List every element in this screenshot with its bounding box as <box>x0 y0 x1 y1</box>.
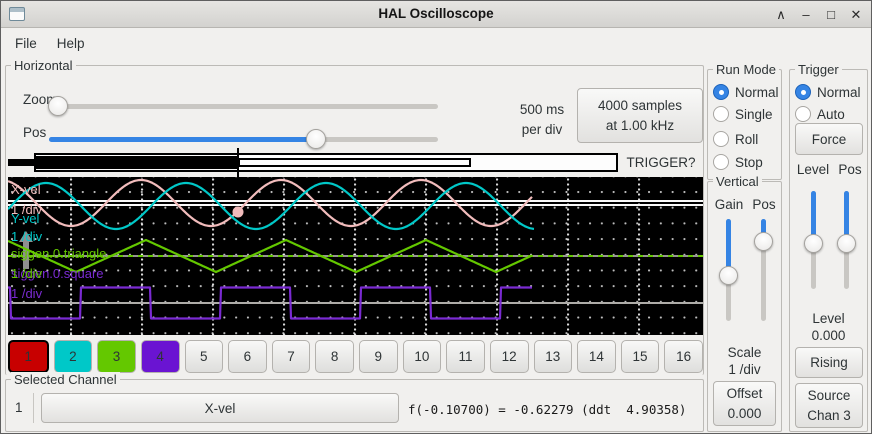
selected-channel-group-label: Selected Channel <box>11 372 120 387</box>
channel-button-10[interactable]: 10 <box>403 340 442 373</box>
run-mode-stop-option[interactable]: Stop <box>713 153 763 171</box>
trigger-position-tick <box>237 148 239 177</box>
run-mode-normal-option[interactable]: Normal <box>713 83 779 101</box>
channel-button-12[interactable]: 12 <box>490 340 529 373</box>
waveform-canvas[interactable] <box>8 177 703 335</box>
vertical-pos-slider-label: Pos <box>747 197 781 212</box>
time-per-div-value: 500 ms <box>513 100 571 120</box>
time-per-div-units: per div <box>513 120 571 140</box>
samples-count: 4000 samples <box>598 96 682 116</box>
selected-channel-number: 1 <box>15 400 23 415</box>
trigger-source-label: Source <box>808 386 851 406</box>
channel-button-6[interactable]: 6 <box>228 340 267 373</box>
menu-help[interactable]: Help <box>47 31 95 56</box>
channel-value-readout: f(-0.10700) = -0.62279 (ddt 4.90358) <box>408 402 686 417</box>
run-mode-stop-label: Stop <box>735 155 763 170</box>
vertical-group-label: Vertical <box>713 174 762 189</box>
channel-button-9[interactable]: 9 <box>359 340 398 373</box>
vertical-gain-slider-handle[interactable] <box>719 266 738 285</box>
channel-button-11[interactable]: 11 <box>446 340 485 373</box>
channel-button-7[interactable]: 7 <box>272 340 311 373</box>
title-bar: HAL Oscilloscope ∧ – □ ✕ <box>1 1 871 28</box>
time-per-div-readout: 500 ms per div <box>513 100 571 140</box>
run-mode-roll-option[interactable]: Roll <box>713 130 758 148</box>
channel-button-4[interactable]: 4 <box>141 340 180 373</box>
pos-slider-fill <box>49 137 316 142</box>
trigger-pos-slider-label: Pos <box>835 162 865 177</box>
window-title: HAL Oscilloscope <box>1 6 871 21</box>
shade-icon[interactable]: ∧ <box>774 7 788 23</box>
record-bar-filled <box>36 156 238 169</box>
radio-icon[interactable] <box>713 106 729 122</box>
channel-button-2[interactable]: 2 <box>54 340 93 373</box>
scope-label-yvel-name: Y-vel <box>11 211 39 226</box>
trigger-force-button[interactable]: Force <box>795 123 863 155</box>
scope-label-square-scale: 1 /div <box>11 286 42 301</box>
vertical-gain-slider-label: Gain <box>709 197 749 212</box>
trigger-normal-label: Normal <box>817 85 861 100</box>
trigger-source-value: Chan 3 <box>807 406 851 426</box>
channel-button-3[interactable]: 3 <box>97 340 136 373</box>
trigger-auto-option[interactable]: Auto <box>795 105 845 123</box>
radio-selected-icon[interactable] <box>795 84 811 100</box>
zoom-slider-track[interactable] <box>49 104 438 109</box>
scope-label-triangle-name: siggen.0.triangle <box>11 246 106 261</box>
scope-label-triangle-scale: 1 /div <box>11 266 42 281</box>
trigger-source-button[interactable]: Source Chan 3 <box>795 383 863 428</box>
pos-slider-handle[interactable] <box>306 129 326 149</box>
trigger-pos-slider-handle[interactable] <box>837 234 856 253</box>
menu-file[interactable]: File <box>5 31 47 56</box>
pos-slider-track[interactable] <box>49 137 438 142</box>
radio-selected-icon[interactable] <box>713 84 729 100</box>
trigger-level-readout-value: 0.000 <box>789 328 868 343</box>
run-mode-roll-label: Roll <box>735 132 758 147</box>
trigger-status-label: TRIGGER? <box>618 155 704 170</box>
trigger-edge-button[interactable]: Rising <box>795 347 863 378</box>
scope-label-xvel-name: X-vel <box>11 182 41 197</box>
trigger-auto-label: Auto <box>817 107 845 122</box>
channel-button-16[interactable]: 16 <box>664 340 703 373</box>
radio-icon[interactable] <box>713 154 729 170</box>
menu-bar: File Help <box>1 28 871 58</box>
vertical-offset-button[interactable]: Offset 0.000 <box>713 381 776 426</box>
vertical-offset-label: Offset <box>727 384 763 404</box>
channel-button-5[interactable]: 5 <box>185 340 224 373</box>
radio-icon[interactable] <box>713 131 729 147</box>
horizontal-group-label: Horizontal <box>11 58 76 73</box>
record-bar-window <box>238 158 471 167</box>
maximize-icon[interactable]: □ <box>824 7 838 22</box>
channel-source-button[interactable]: X-vel <box>41 393 399 423</box>
trigger-level-slider-label: Level <box>793 162 833 177</box>
selected-channel-separator <box>33 393 34 423</box>
vertical-scale-label: Scale <box>707 345 782 360</box>
trigger-level-slider-handle[interactable] <box>804 234 823 253</box>
vertical-scale-value: 1 /div <box>707 362 782 377</box>
run-mode-normal-label: Normal <box>735 85 779 100</box>
pos-slider-label: Pos <box>23 125 46 140</box>
channel-button-row: 1 2 3 4 5 6 7 8 9 10 11 12 13 14 15 16 <box>8 340 703 373</box>
window-controls: ∧ – □ ✕ <box>774 1 863 28</box>
scope-display[interactable]: X-vel 1 /div Y-vel 1 /div siggen.0.trian… <box>8 177 703 335</box>
minimize-icon[interactable]: – <box>799 7 813 22</box>
channel-button-15[interactable]: 15 <box>621 340 660 373</box>
vertical-pos-slider-handle[interactable] <box>754 232 773 251</box>
radio-icon[interactable] <box>795 106 811 122</box>
record-bar-start <box>8 159 34 166</box>
trigger-normal-option[interactable]: Normal <box>795 83 861 101</box>
channel-button-13[interactable]: 13 <box>534 340 573 373</box>
run-mode-single-option[interactable]: Single <box>713 105 773 123</box>
run-mode-single-label: Single <box>735 107 773 122</box>
trigger-group-label: Trigger <box>795 62 842 77</box>
channel-button-8[interactable]: 8 <box>315 340 354 373</box>
trigger-level-readout-label: Level <box>789 311 868 326</box>
vertical-offset-value: 0.000 <box>728 404 762 424</box>
channel-button-14[interactable]: 14 <box>577 340 616 373</box>
samples-rate: at 1.00 kHz <box>606 116 674 136</box>
run-mode-group-label: Run Mode <box>713 62 779 77</box>
close-icon[interactable]: ✕ <box>849 7 863 23</box>
zoom-slider-handle[interactable] <box>48 96 68 116</box>
scope-label-yvel-scale: 1 /div <box>11 229 42 244</box>
sampling-button[interactable]: 4000 samples at 1.00 kHz <box>577 88 703 143</box>
channel-button-1[interactable]: 1 <box>8 340 49 373</box>
